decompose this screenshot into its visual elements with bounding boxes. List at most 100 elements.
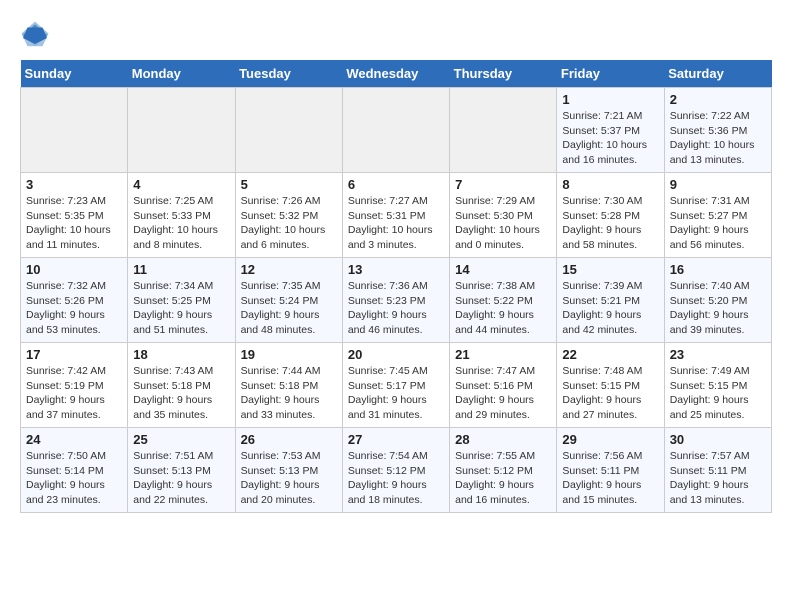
calendar-cell: 27 Sunrise: 7:54 AMSunset: 5:12 PMDayligh… bbox=[342, 428, 449, 513]
day-number: 16 bbox=[670, 262, 766, 277]
calendar-cell: 15 Sunrise: 7:39 AMSunset: 5:21 PMDayligh… bbox=[557, 258, 664, 343]
day-number: 8 bbox=[562, 177, 658, 192]
day-number: 10 bbox=[26, 262, 122, 277]
day-number: 4 bbox=[133, 177, 229, 192]
calendar-cell: 23Sunrise: 7:49 AMSunset: 5:15 PMDayligh… bbox=[664, 343, 771, 428]
weekday-header-sunday: Sunday bbox=[21, 60, 128, 88]
day-number: 22 bbox=[562, 347, 658, 362]
day-info: Sunrise: 7:51 AMSunset: 5:13 PMDaylight:… bbox=[133, 449, 229, 508]
day-number: 9 bbox=[670, 177, 766, 192]
day-number: 28 bbox=[455, 432, 551, 447]
day-number: 17 bbox=[26, 347, 122, 362]
calendar-cell: 22 Sunrise: 7:48 AMSunset: 5:15 PMDayligh… bbox=[557, 343, 664, 428]
calendar-cell: 9 Sunrise: 7:31 AMSunset: 5:27 PMDaylight… bbox=[664, 173, 771, 258]
day-number: 27 bbox=[348, 432, 444, 447]
calendar-cell: 18 Sunrise: 7:43 AMSunset: 5:18 PMDayligh… bbox=[128, 343, 235, 428]
day-number: 14 bbox=[455, 262, 551, 277]
day-number: 24 bbox=[26, 432, 122, 447]
week-row-5: 24 Sunrise: 7:50 AMSunset: 5:14 PMDayligh… bbox=[21, 428, 772, 513]
calendar-cell: 12 Sunrise: 7:35 AMSunset: 5:24 PMDayligh… bbox=[235, 258, 342, 343]
calendar-cell: 8 Sunrise: 7:30 AMSunset: 5:28 PMDaylight… bbox=[557, 173, 664, 258]
day-info: Sunrise: 7:29 AMSunset: 5:30 PMDaylight:… bbox=[455, 194, 551, 253]
weekday-header-tuesday: Tuesday bbox=[235, 60, 342, 88]
calendar-cell: 19 Sunrise: 7:44 AMSunset: 5:18 PMDayligh… bbox=[235, 343, 342, 428]
day-info: Sunrise: 7:53 AMSunset: 5:13 PMDaylight:… bbox=[241, 449, 337, 508]
day-info: Sunrise: 7:31 AMSunset: 5:27 PMDaylight:… bbox=[670, 194, 766, 253]
day-number: 19 bbox=[241, 347, 337, 362]
day-info: Sunrise: 7:30 AMSunset: 5:28 PMDaylight:… bbox=[562, 194, 658, 253]
day-number: 13 bbox=[348, 262, 444, 277]
day-info: Sunrise: 7:23 AMSunset: 5:35 PMDaylight:… bbox=[26, 194, 122, 253]
day-info: Sunrise: 7:39 AMSunset: 5:21 PMDaylight:… bbox=[562, 279, 658, 338]
calendar-cell bbox=[128, 88, 235, 173]
calendar-cell: 14 Sunrise: 7:38 AMSunset: 5:22 PMDayligh… bbox=[450, 258, 557, 343]
day-number: 23 bbox=[670, 347, 766, 362]
day-info: Sunrise: 7:22 AMSunset: 5:36 PMDaylight:… bbox=[670, 109, 766, 168]
day-number: 20 bbox=[348, 347, 444, 362]
day-info: Sunrise: 7:21 AMSunset: 5:37 PMDaylight:… bbox=[562, 109, 658, 168]
day-number: 7 bbox=[455, 177, 551, 192]
day-info: Sunrise: 7:40 AMSunset: 5:20 PMDaylight:… bbox=[670, 279, 766, 338]
calendar-cell bbox=[21, 88, 128, 173]
calendar-cell: 16 Sunrise: 7:40 AMSunset: 5:20 PMDayligh… bbox=[664, 258, 771, 343]
weekday-header-friday: Friday bbox=[557, 60, 664, 88]
weekday-header-wednesday: Wednesday bbox=[342, 60, 449, 88]
day-info: Sunrise: 7:50 AMSunset: 5:14 PMDaylight:… bbox=[26, 449, 122, 508]
day-info: Sunrise: 7:45 AMSunset: 5:17 PMDaylight:… bbox=[348, 364, 444, 423]
calendar-cell: 20 Sunrise: 7:45 AMSunset: 5:17 PMDayligh… bbox=[342, 343, 449, 428]
day-info: Sunrise: 7:38 AMSunset: 5:22 PMDaylight:… bbox=[455, 279, 551, 338]
day-number: 15 bbox=[562, 262, 658, 277]
day-number: 1 bbox=[562, 92, 658, 107]
calendar-cell: 30 Sunrise: 7:57 AMSunset: 5:11 PMDayligh… bbox=[664, 428, 771, 513]
day-info: Sunrise: 7:54 AMSunset: 5:12 PMDaylight:… bbox=[348, 449, 444, 508]
weekday-header-saturday: Saturday bbox=[664, 60, 771, 88]
day-info: Sunrise: 7:35 AMSunset: 5:24 PMDaylight:… bbox=[241, 279, 337, 338]
day-number: 29 bbox=[562, 432, 658, 447]
calendar-cell: 21Sunrise: 7:47 AMSunset: 5:16 PMDayligh… bbox=[450, 343, 557, 428]
page-header bbox=[20, 20, 772, 50]
weekday-header-thursday: Thursday bbox=[450, 60, 557, 88]
day-number: 26 bbox=[241, 432, 337, 447]
calendar-cell: 6Sunrise: 7:27 AMSunset: 5:31 PMDaylight… bbox=[342, 173, 449, 258]
calendar-cell: 26 Sunrise: 7:53 AMSunset: 5:13 PMDayligh… bbox=[235, 428, 342, 513]
calendar-cell: 10 Sunrise: 7:32 AMSunset: 5:26 PMDayligh… bbox=[21, 258, 128, 343]
day-info: Sunrise: 7:32 AMSunset: 5:26 PMDaylight:… bbox=[26, 279, 122, 338]
day-number: 18 bbox=[133, 347, 229, 362]
calendar-cell: 7 Sunrise: 7:29 AMSunset: 5:30 PMDaylight… bbox=[450, 173, 557, 258]
logo bbox=[20, 20, 56, 50]
calendar-cell: 3 Sunrise: 7:23 AMSunset: 5:35 PMDaylight… bbox=[21, 173, 128, 258]
day-info: Sunrise: 7:34 AMSunset: 5:25 PMDaylight:… bbox=[133, 279, 229, 338]
day-info: Sunrise: 7:42 AMSunset: 5:19 PMDaylight:… bbox=[26, 364, 122, 423]
calendar-cell: 28Sunrise: 7:55 AMSunset: 5:12 PMDayligh… bbox=[450, 428, 557, 513]
calendar-cell: 11 Sunrise: 7:34 AMSunset: 5:25 PMDayligh… bbox=[128, 258, 235, 343]
day-info: Sunrise: 7:36 AMSunset: 5:23 PMDaylight:… bbox=[348, 279, 444, 338]
weekday-header-row: SundayMondayTuesdayWednesdayThursdayFrid… bbox=[21, 60, 772, 88]
calendar-cell bbox=[235, 88, 342, 173]
calendar-cell: 29 Sunrise: 7:56 AMSunset: 5:11 PMDayligh… bbox=[557, 428, 664, 513]
day-number: 30 bbox=[670, 432, 766, 447]
day-number: 5 bbox=[241, 177, 337, 192]
calendar-cell bbox=[450, 88, 557, 173]
day-info: Sunrise: 7:48 AMSunset: 5:15 PMDaylight:… bbox=[562, 364, 658, 423]
day-number: 3 bbox=[26, 177, 122, 192]
week-row-2: 3 Sunrise: 7:23 AMSunset: 5:35 PMDaylight… bbox=[21, 173, 772, 258]
calendar-cell: 4Sunrise: 7:25 AMSunset: 5:33 PMDaylight… bbox=[128, 173, 235, 258]
day-number: 12 bbox=[241, 262, 337, 277]
week-row-1: 1 Sunrise: 7:21 AMSunset: 5:37 PMDaylight… bbox=[21, 88, 772, 173]
calendar-cell: 25 Sunrise: 7:51 AMSunset: 5:13 PMDayligh… bbox=[128, 428, 235, 513]
day-info: Sunrise: 7:26 AMSunset: 5:32 PMDaylight:… bbox=[241, 194, 337, 253]
day-number: 25 bbox=[133, 432, 229, 447]
calendar-cell: 24 Sunrise: 7:50 AMSunset: 5:14 PMDayligh… bbox=[21, 428, 128, 513]
calendar-cell: 17 Sunrise: 7:42 AMSunset: 5:19 PMDayligh… bbox=[21, 343, 128, 428]
day-info: Sunrise: 7:57 AMSunset: 5:11 PMDaylight:… bbox=[670, 449, 766, 508]
day-number: 6 bbox=[348, 177, 444, 192]
calendar-cell: 2Sunrise: 7:22 AMSunset: 5:36 PMDaylight… bbox=[664, 88, 771, 173]
week-row-4: 17 Sunrise: 7:42 AMSunset: 5:19 PMDayligh… bbox=[21, 343, 772, 428]
day-info: Sunrise: 7:56 AMSunset: 5:11 PMDaylight:… bbox=[562, 449, 658, 508]
week-row-3: 10 Sunrise: 7:32 AMSunset: 5:26 PMDayligh… bbox=[21, 258, 772, 343]
weekday-header-monday: Monday bbox=[128, 60, 235, 88]
day-info: Sunrise: 7:44 AMSunset: 5:18 PMDaylight:… bbox=[241, 364, 337, 423]
day-info: Sunrise: 7:43 AMSunset: 5:18 PMDaylight:… bbox=[133, 364, 229, 423]
day-number: 11 bbox=[133, 262, 229, 277]
calendar-cell: 13 Sunrise: 7:36 AMSunset: 5:23 PMDayligh… bbox=[342, 258, 449, 343]
